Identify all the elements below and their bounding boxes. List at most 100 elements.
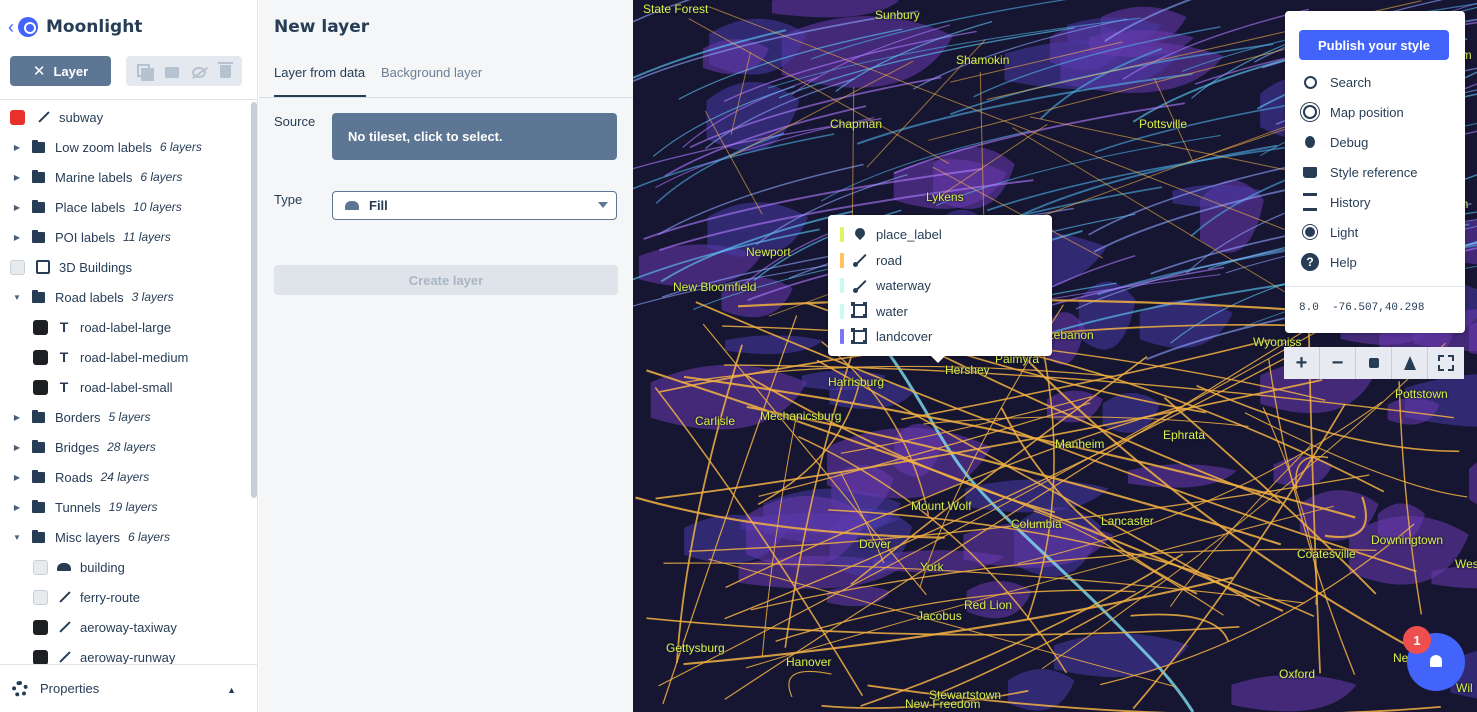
line-layer-icon xyxy=(36,110,50,124)
layer-group-row[interactable]: ▶ Bridges 28 layers xyxy=(0,432,250,462)
folder-icon xyxy=(32,169,45,183)
layer-row[interactable]: aeroway-taxiway xyxy=(0,612,250,642)
help-icon: ? xyxy=(1301,253,1319,271)
tab-layer-from-data[interactable]: Layer from data xyxy=(274,65,365,80)
menu-item-map-position[interactable]: Map position xyxy=(1301,102,1404,122)
add-layer-button[interactable]: ✕ Layer xyxy=(10,56,111,86)
menu-item-help[interactable]: ? Help xyxy=(1301,252,1357,272)
layer-row[interactable]: subway xyxy=(0,102,250,132)
duplicate-icon[interactable] xyxy=(136,64,154,81)
place-label: Pottstown xyxy=(1395,387,1448,401)
bell-icon xyxy=(1430,655,1442,667)
menu-item-debug[interactable]: Debug xyxy=(1301,132,1368,152)
place-label: Lancaster xyxy=(1101,514,1154,528)
layer-color-swatch[interactable] xyxy=(33,559,48,575)
popup-feature-row[interactable]: water xyxy=(828,299,1052,325)
caret-down-icon[interactable]: ▼ xyxy=(12,533,22,542)
group-folder-icon[interactable] xyxy=(164,66,179,78)
center-coordinates: -76.507,40.298 xyxy=(1332,302,1425,314)
fullscreen-icon[interactable] xyxy=(1428,347,1464,379)
layer-group-row[interactable]: ▼ Road labels 3 layers xyxy=(0,282,250,312)
layer-group-row[interactable]: ▶ Place labels 10 layers xyxy=(0,192,250,222)
caret-down-icon[interactable]: ▼ xyxy=(12,293,22,302)
folder-icon xyxy=(32,409,45,423)
map-canvas[interactable]: State Forest Sunbury Shamokin Chapman Pottsv… xyxy=(633,0,1477,712)
popup-feature-row[interactable]: place_label xyxy=(828,222,1052,248)
popup-feature-row[interactable]: road xyxy=(828,248,1052,274)
layer-color-swatch xyxy=(840,227,844,243)
layer-color-swatch[interactable] xyxy=(33,379,48,395)
caret-right-icon[interactable]: ▶ xyxy=(12,503,22,512)
style-name: Moonlight xyxy=(46,17,143,37)
layer-group-row[interactable]: ▶ Tunnels 19 layers xyxy=(0,492,250,522)
caret-right-icon[interactable]: ▶ xyxy=(12,473,22,482)
layer-group-row[interactable]: ▶ Low zoom labels 6 layers xyxy=(0,132,250,162)
layer-row[interactable]: aeroway-runway xyxy=(0,642,250,664)
popup-feature-row[interactable]: waterway xyxy=(828,273,1052,299)
layer-group-row[interactable]: ▶ POI labels 11 layers xyxy=(0,222,250,252)
chevron-up-icon[interactable]: ▲ xyxy=(227,685,236,695)
layer-row[interactable]: building xyxy=(0,552,250,582)
caret-right-icon[interactable]: ▶ xyxy=(12,413,22,422)
caret-right-icon[interactable]: ▶ xyxy=(12,443,22,452)
layer-list-scrollbar[interactable] xyxy=(251,102,257,498)
caret-right-icon[interactable]: ▶ xyxy=(12,143,22,152)
notifications-button[interactable]: 1 xyxy=(1403,626,1465,691)
lock-icon[interactable] xyxy=(1356,347,1392,379)
map-menu-panel: Publish your style Search Map position Deb… xyxy=(1285,11,1465,333)
place-label: Gettysburg xyxy=(666,641,725,655)
layer-group-row[interactable]: ▼ Misc layers 6 layers xyxy=(0,522,250,552)
layer-count: 11 layers xyxy=(122,230,171,244)
menu-item-style-reference[interactable]: Style reference xyxy=(1301,162,1417,182)
place-label: Chapman xyxy=(830,117,883,131)
layer-group-row[interactable]: ▶ Borders 5 layers xyxy=(0,402,250,432)
layer-row[interactable]: Troad-label-small xyxy=(0,372,250,402)
menu-item-light[interactable]: Light xyxy=(1301,222,1358,242)
create-layer-button[interactable]: Create layer xyxy=(274,265,618,295)
layer-row[interactable]: 3D Buildings xyxy=(0,252,250,282)
hide-eye-icon[interactable] xyxy=(192,66,207,78)
layer-color-swatch[interactable] xyxy=(10,259,25,275)
menu-item-history[interactable]: History xyxy=(1301,192,1370,212)
zoom-in-button[interactable]: + xyxy=(1284,347,1320,379)
layer-color-swatch[interactable] xyxy=(33,319,48,335)
text-layer-icon: T xyxy=(59,379,69,395)
popup-layer-name: place_label xyxy=(876,227,942,243)
compass-icon[interactable] xyxy=(1392,347,1428,379)
target-icon xyxy=(1301,103,1319,121)
bug-icon xyxy=(1301,133,1319,151)
layer-color-swatch[interactable] xyxy=(33,649,48,664)
popup-feature-row[interactable]: landcover xyxy=(828,324,1052,350)
type-select[interactable]: Fill xyxy=(332,191,617,220)
place-label: Oxford xyxy=(1279,667,1316,681)
publish-style-button[interactable]: Publish your style xyxy=(1299,30,1449,60)
caret-right-icon[interactable]: ▶ xyxy=(12,233,22,242)
layer-color-swatch[interactable] xyxy=(33,619,48,635)
chevron-left-icon[interactable]: ‹ xyxy=(8,18,14,36)
caret-right-icon[interactable]: ▶ xyxy=(12,173,22,182)
caret-right-icon[interactable]: ▶ xyxy=(12,203,22,212)
zoom-out-button[interactable]: − xyxy=(1320,347,1356,379)
layer-color-swatch[interactable] xyxy=(33,349,48,365)
source-select-button[interactable]: No tileset, click to select. xyxy=(332,113,617,160)
sun-icon xyxy=(1301,223,1319,241)
place-label: Red Lion xyxy=(964,598,1013,612)
layer-row[interactable]: ferry-route xyxy=(0,582,250,612)
layer-name: building xyxy=(80,559,125,575)
type-value: Fill xyxy=(369,198,388,213)
layer-color-swatch[interactable] xyxy=(33,589,48,605)
properties-bar[interactable]: Properties ▲ xyxy=(0,664,258,712)
layer-row[interactable]: Troad-label-large xyxy=(0,312,250,342)
layer-count: 6 layers xyxy=(128,530,171,544)
tab-background-layer[interactable]: Background layer xyxy=(381,65,482,80)
place-label: Dover xyxy=(859,537,892,551)
layer-color-swatch xyxy=(840,278,844,294)
trash-icon[interactable] xyxy=(218,61,234,78)
layer-group-row[interactable]: ▶ Marine labels 6 layers xyxy=(0,162,250,192)
layer-row[interactable]: Troad-label-medium xyxy=(0,342,250,372)
fill-layer-icon xyxy=(57,560,71,574)
layer-name: ferry-route xyxy=(80,589,140,605)
layer-group-row[interactable]: ▶ Roads 24 layers xyxy=(0,462,250,492)
layer-color-swatch[interactable] xyxy=(10,109,25,125)
menu-item-search[interactable]: Search xyxy=(1301,72,1371,92)
